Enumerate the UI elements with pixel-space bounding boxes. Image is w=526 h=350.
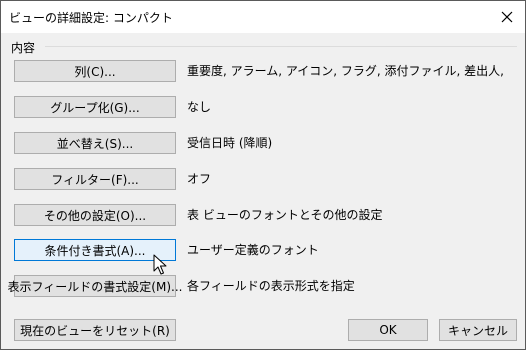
other-settings-button[interactable]: その他の設定(O)...: [14, 204, 176, 226]
close-icon: [501, 11, 513, 23]
ok-button[interactable]: OK: [348, 319, 428, 341]
conditional-formatting-button[interactable]: 条件付き書式(A)...: [14, 239, 176, 261]
other-settings-description: 表 ビューのフォントとその他の設定: [187, 208, 383, 222]
conditional-formatting-description: ユーザー定義のフォント: [187, 243, 319, 257]
sort-description: 受信日時 (降順): [187, 136, 273, 150]
columns-description: 重要度, アラーム, アイコン, フラグ, 添付ファイル, 差出人, 件名, 受…: [187, 64, 507, 78]
columns-button[interactable]: 列(C)...: [14, 60, 176, 82]
group-label: 内容: [11, 41, 36, 55]
title-bar: ビューの詳細設定: コンパクト: [1, 1, 525, 33]
format-columns-button[interactable]: 表示フィールドの書式設定(M)...: [8, 275, 182, 297]
cancel-button[interactable]: キャンセル: [439, 319, 517, 341]
group-by-description: なし: [187, 100, 212, 114]
sort-button[interactable]: 並べ替え(S)...: [14, 132, 176, 154]
reset-view-button[interactable]: 現在のビューをリセット(R): [14, 319, 176, 341]
close-button[interactable]: [495, 5, 519, 29]
filter-button[interactable]: フィルター(F)...: [14, 168, 176, 190]
filter-description: オフ: [187, 172, 212, 186]
dialog-title: ビューの詳細設定: コンパクト: [9, 11, 173, 25]
group-divider: [45, 46, 517, 47]
view-settings-dialog: ビューの詳細設定: コンパクト 内容 列(C)... 重要度, アラーム, アイ…: [0, 0, 526, 350]
group-by-button[interactable]: グループ化(G)...: [14, 96, 176, 118]
format-columns-description: 各フィールドの表示形式を指定: [187, 279, 355, 293]
mouse-pointer-icon: [153, 254, 167, 275]
